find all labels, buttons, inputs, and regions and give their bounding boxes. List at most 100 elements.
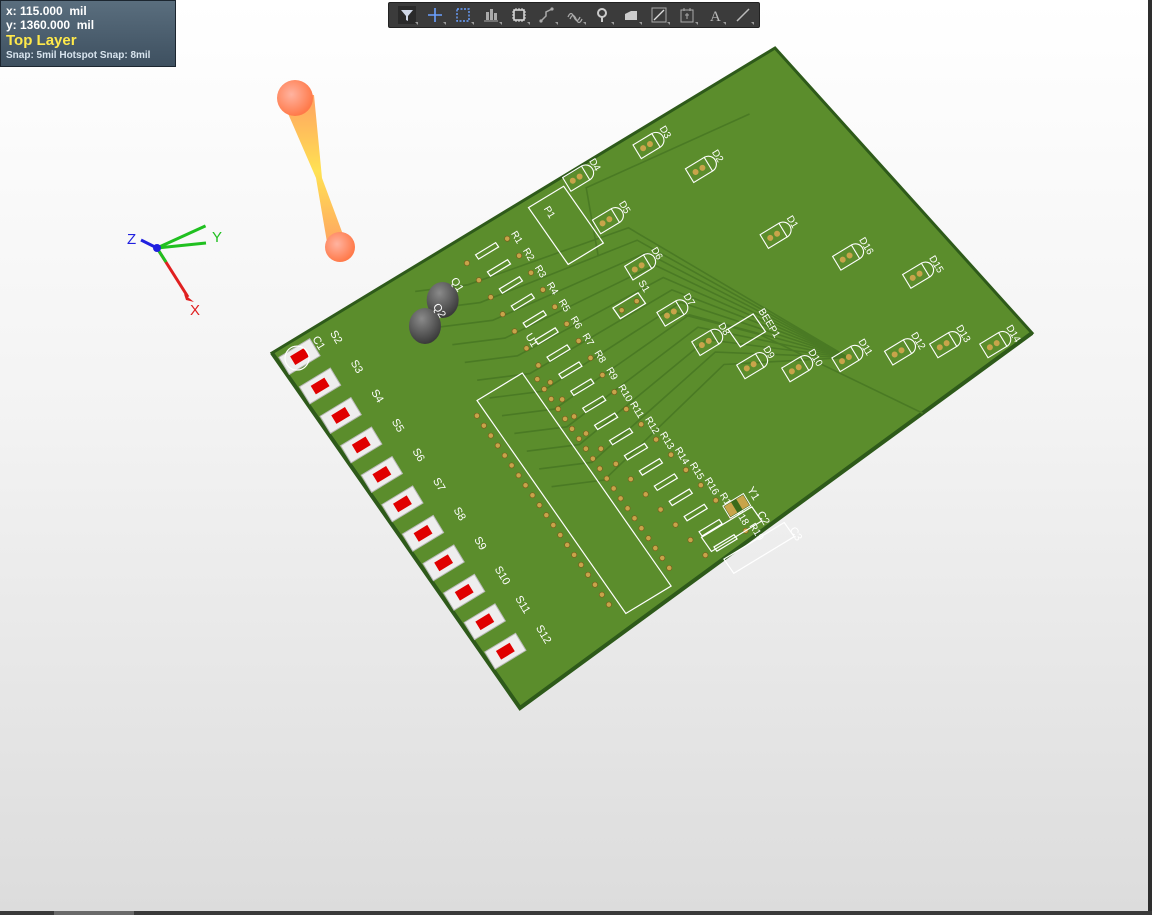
pad	[564, 542, 571, 548]
pcb-3d-scene[interactable]: Z Y X U1R1R2R3R4R5R6R7R8R9R10R11R12R13R1…	[0, 0, 1152, 915]
pad	[585, 571, 591, 578]
pad	[540, 286, 546, 293]
pad	[508, 462, 515, 469]
text-tool-button[interactable]: A	[703, 4, 727, 26]
pad	[563, 320, 570, 327]
pad	[627, 476, 634, 483]
dropdown-caret-icon	[695, 22, 699, 25]
pad	[555, 406, 562, 412]
pad	[672, 521, 679, 528]
pad	[487, 294, 494, 301]
pad	[547, 379, 554, 386]
pad	[516, 252, 523, 259]
diff-pair-tool-button[interactable]	[563, 4, 587, 26]
component-tool-button[interactable]	[507, 4, 531, 26]
pad	[652, 545, 659, 552]
route-tool-button[interactable]	[535, 4, 559, 26]
pad	[638, 421, 645, 428]
x-axis-label: X	[190, 302, 200, 319]
dropdown-caret-icon	[723, 22, 727, 25]
filter-icon	[397, 6, 416, 24]
pad	[638, 525, 645, 532]
pad	[464, 260, 470, 266]
pad	[592, 581, 598, 588]
y-coordinate: y: 1360.000 mil	[6, 18, 175, 32]
x-coordinate: x: 115.000 mil	[6, 4, 175, 18]
y-coordinate-value: 1360.000 mil	[20, 18, 95, 32]
pad	[528, 269, 534, 276]
y-coordinate-label: y:	[6, 18, 17, 32]
pad	[569, 425, 575, 432]
pad	[543, 512, 550, 519]
pad	[612, 460, 619, 467]
pad	[504, 235, 511, 242]
panel-border-right	[1148, 0, 1152, 915]
pad	[611, 389, 618, 395]
bottom-tab[interactable]	[54, 911, 134, 915]
text-icon: A	[710, 9, 721, 24]
pad	[535, 362, 542, 369]
crosshair-tool-button[interactable]	[423, 4, 447, 26]
pad	[702, 552, 709, 559]
pad	[659, 555, 666, 561]
dropdown-caret-icon	[751, 22, 755, 25]
coordinate-readout-panel: x: 115.000 mil y: 1360.000 mil Top Layer S…	[0, 0, 176, 67]
keepout-icon	[680, 8, 694, 23]
polygon-tool-button[interactable]	[619, 4, 643, 26]
select-rectangle-tool-button[interactable]	[451, 4, 475, 26]
pad	[550, 522, 557, 528]
axis-gizmo[interactable]: Z Y X	[127, 224, 222, 319]
line-tool-button[interactable]	[731, 4, 755, 26]
pad	[642, 491, 649, 498]
dropdown-caret-icon	[583, 22, 587, 25]
dimension-tool-button[interactable]	[647, 4, 671, 26]
pad	[474, 412, 480, 419]
dropdown-caret-icon	[527, 22, 531, 25]
silkscreen-label: C3	[787, 525, 805, 543]
component-icon	[511, 8, 526, 22]
pad	[605, 601, 612, 608]
dimension-icon	[651, 7, 667, 23]
pad	[599, 591, 605, 598]
pad	[559, 396, 566, 403]
pad	[557, 532, 564, 538]
pad	[697, 482, 704, 489]
y-axis-label: Y	[212, 229, 222, 246]
via-tool-button[interactable]	[591, 4, 615, 26]
dropdown-caret-icon	[415, 22, 419, 25]
z-axis-label: Z	[127, 231, 136, 248]
line-icon	[736, 8, 750, 22]
pad	[623, 406, 630, 412]
pad	[645, 535, 652, 542]
pcb-board[interactable]: U1R1R2R3R4R5R6R7R8R9R10R11R12R13R14R15R1…	[269, 46, 1035, 711]
pad	[571, 413, 578, 420]
dropdown-caret-icon	[667, 22, 671, 25]
pad	[587, 355, 594, 361]
pad	[687, 537, 694, 543]
pad	[712, 497, 719, 504]
pad	[551, 303, 558, 310]
pad	[534, 376, 541, 383]
filter-tool-button[interactable]	[395, 4, 419, 26]
diff-pair-icon	[567, 12, 583, 24]
panel-border-bottom	[0, 911, 1152, 915]
pcb-3d-viewport[interactable]: Z Y X U1 R1 R2 R3 R4 R5 R6 R7 R8 R9 R10 R11 R12 R13 R1…	[0, 0, 1152, 915]
align-tool-button[interactable]	[479, 4, 503, 26]
snap-settings: Snap: 5mil Hotspot Snap: 8mil	[6, 50, 151, 61]
pad	[522, 482, 529, 489]
pad	[668, 451, 674, 458]
light-direction-indicator[interactable]	[277, 80, 355, 262]
via-icon	[596, 8, 607, 22]
pad	[618, 307, 625, 314]
pad	[657, 506, 664, 513]
dropdown-caret-icon	[611, 22, 615, 25]
svg-text:A: A	[710, 9, 721, 24]
select-rectangle-icon	[456, 8, 470, 22]
pad	[583, 445, 589, 452]
keepout-tool-button[interactable]	[675, 4, 699, 26]
pad	[633, 298, 640, 305]
pad	[571, 551, 578, 558]
pad	[487, 432, 494, 439]
x-coordinate-label: x:	[6, 4, 17, 18]
pad	[499, 311, 506, 318]
